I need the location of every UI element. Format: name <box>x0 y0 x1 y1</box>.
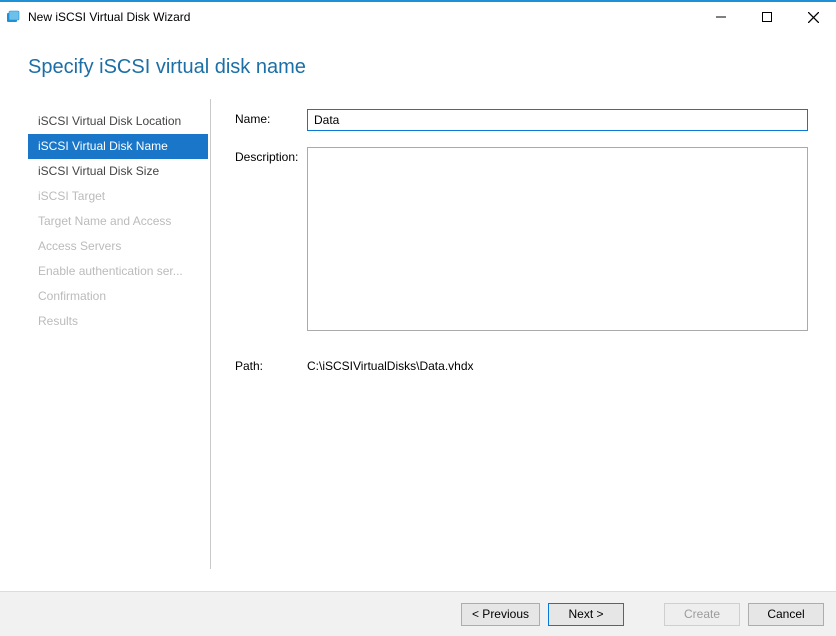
maximize-button[interactable] <box>744 2 790 32</box>
step-confirmation: Confirmation <box>28 284 208 309</box>
wizard-steps: iSCSI Virtual Disk Location iSCSI Virtua… <box>28 99 211 569</box>
next-button[interactable]: Next > <box>548 603 624 626</box>
wizard-window: New iSCSI Virtual Disk Wizard Specify iS… <box>0 0 836 636</box>
name-row: Name: <box>235 109 808 131</box>
name-input[interactable] <box>307 109 808 131</box>
description-row: Description: <box>235 147 808 334</box>
window-controls <box>698 2 836 32</box>
step-disk-size[interactable]: iSCSI Virtual Disk Size <box>28 159 208 184</box>
path-row: Path: C:\iSCSIVirtualDisks\Data.vhdx <box>235 356 808 373</box>
step-disk-name[interactable]: iSCSI Virtual Disk Name <box>28 134 208 159</box>
body: iSCSI Virtual Disk Location iSCSI Virtua… <box>0 99 836 591</box>
description-input[interactable] <box>307 147 808 331</box>
minimize-button[interactable] <box>698 2 744 32</box>
step-enable-auth: Enable authentication ser... <box>28 259 208 284</box>
page-heading: Specify iSCSI virtual disk name <box>28 56 808 79</box>
step-disk-location[interactable]: iSCSI Virtual Disk Location <box>28 109 208 134</box>
step-target-name: Target Name and Access <box>28 209 208 234</box>
cancel-button[interactable]: Cancel <box>748 603 824 626</box>
path-value: C:\iSCSIVirtualDisks\Data.vhdx <box>307 356 808 373</box>
path-label: Path: <box>235 356 307 373</box>
step-access-servers: Access Servers <box>28 234 208 259</box>
name-label: Name: <box>235 109 307 126</box>
heading-area: Specify iSCSI virtual disk name <box>0 32 836 99</box>
app-icon <box>6 9 22 25</box>
title-bar: New iSCSI Virtual Disk Wizard <box>0 2 836 32</box>
description-label: Description: <box>235 147 307 164</box>
window-title: New iSCSI Virtual Disk Wizard <box>28 10 190 24</box>
previous-button[interactable]: < Previous <box>461 603 540 626</box>
step-iscsi-target: iSCSI Target <box>28 184 208 209</box>
close-button[interactable] <box>790 2 836 32</box>
footer: < Previous Next > Create Cancel <box>0 591 836 636</box>
create-button: Create <box>664 603 740 626</box>
form-area: Name: Description: Path: C:\iSCSIVirtual… <box>211 99 808 591</box>
step-results: Results <box>28 309 208 334</box>
